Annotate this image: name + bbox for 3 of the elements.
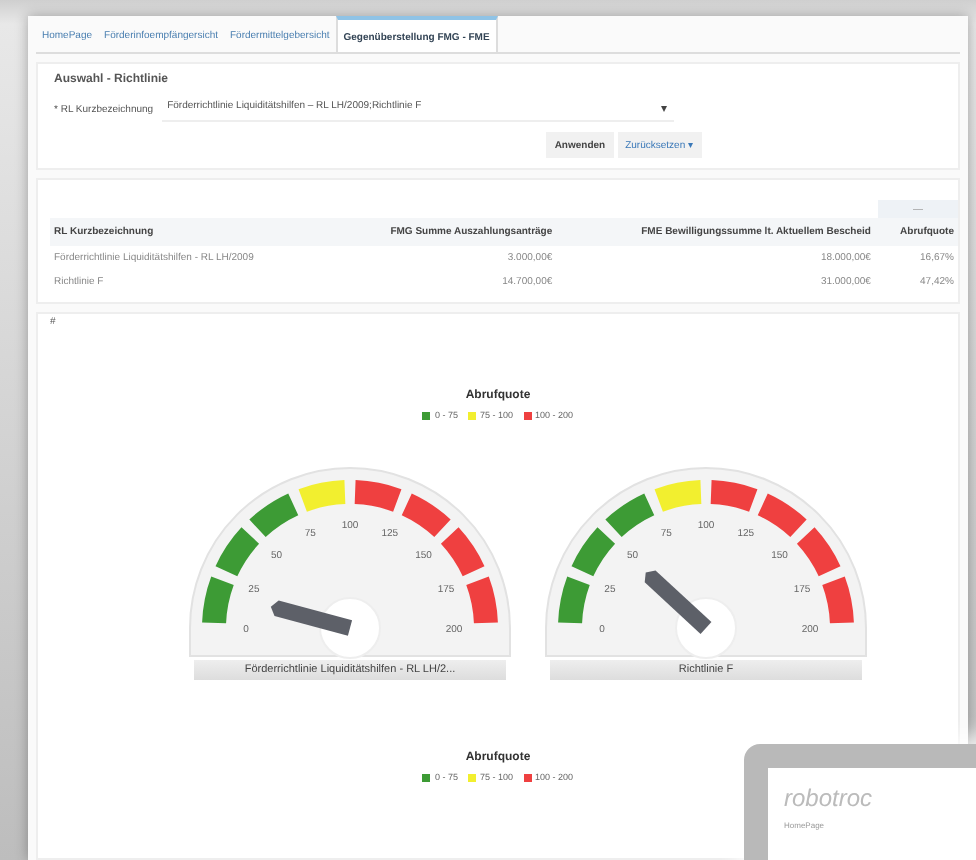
overlay-title: robotroc (784, 784, 875, 812)
gauge-needle (270, 600, 353, 636)
gauge-needle (644, 570, 712, 634)
